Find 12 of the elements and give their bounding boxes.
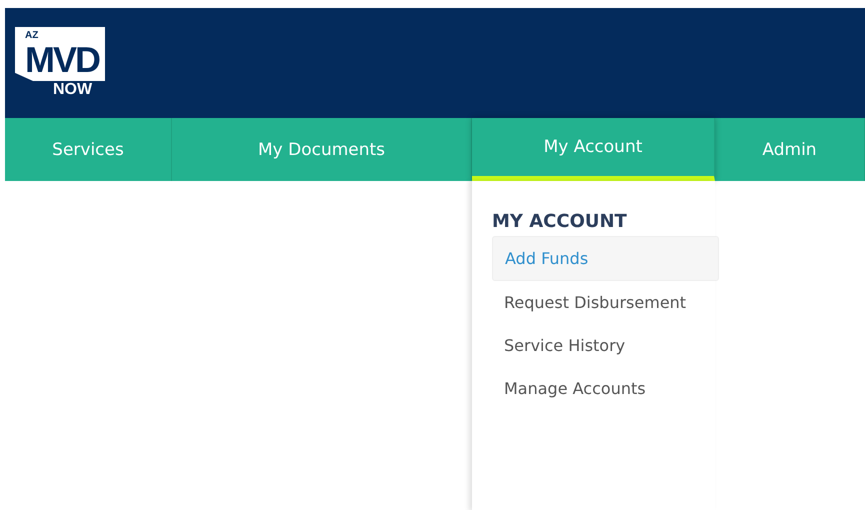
menu-item[interactable]: Add Funds — [492, 236, 719, 281]
menu-item[interactable]: Request Disbursement — [492, 281, 698, 324]
logo-name-text: MVD — [25, 41, 99, 79]
logo-state-text: AZ — [25, 30, 40, 41]
logo[interactable]: AZ MVD NOW — [15, 27, 135, 99]
menu-item[interactable]: Service History — [492, 324, 638, 367]
menu-heading: MY ACCOUNT — [492, 211, 628, 232]
menu-item[interactable]: Manage Accounts — [492, 367, 658, 410]
nav-tab[interactable]: Admin — [715, 118, 865, 181]
nav-tab[interactable]: My Documents — [172, 118, 472, 181]
logo-sub-text: NOW — [53, 81, 92, 99]
nav-tab[interactable]: Services — [5, 118, 172, 181]
